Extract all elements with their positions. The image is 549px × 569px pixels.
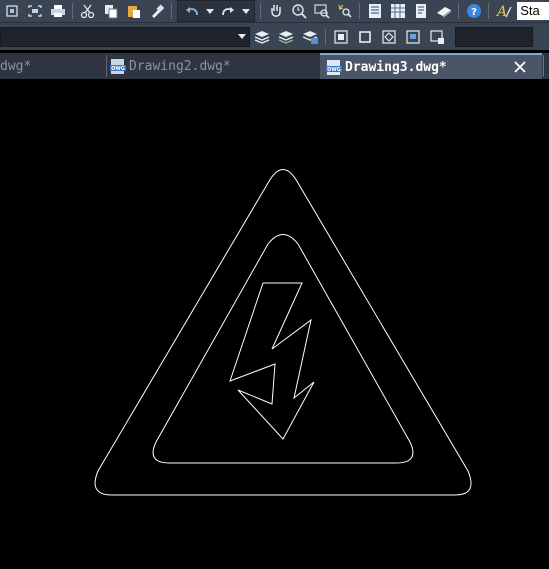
insert-icon[interactable] [378, 27, 400, 47]
pan-icon[interactable] [265, 1, 286, 21]
svg-text:A: A [495, 4, 507, 19]
tab-label: Drawing2.dwg* [129, 58, 231, 74]
design-center-icon[interactable] [387, 1, 408, 21]
tab-label: dwg* [0, 58, 32, 74]
zoom-previous-icon[interactable] [334, 1, 355, 21]
layers-toolbar [0, 23, 549, 50]
drawing-svg [94, 169, 472, 496]
dwg-file-icon: DWG [110, 58, 126, 75]
cut-icon[interactable] [77, 1, 98, 21]
zoom-extents-icon[interactable] [1, 1, 22, 21]
tab-drawing2[interactable]: DWG Drawing2.dwg* [110, 53, 310, 79]
toolbar-separator [458, 3, 460, 19]
chevron-down-icon[interactable] [235, 34, 249, 39]
layer-previous-icon[interactable] [275, 27, 297, 47]
region-icon[interactable] [426, 27, 448, 47]
outer-triangle-outline [94, 169, 472, 496]
block-icon[interactable] [354, 27, 376, 47]
svg-text:?: ? [471, 7, 477, 18]
make-current-icon[interactable] [330, 27, 352, 47]
properties-icon[interactable] [364, 1, 385, 21]
zoom-realtime-icon[interactable] [288, 1, 309, 21]
standard-toolbar: ? A Sta [0, 0, 549, 23]
lightning-bolt-outline [229, 282, 315, 440]
toolbar-separator [325, 28, 326, 45]
undo-redo-group [177, 0, 256, 22]
zoom-window2-icon[interactable] [311, 1, 332, 21]
toolbar-separator [72, 3, 74, 19]
document-tab-bar: dwg* DWG Drawing2.dwg* DWG Drawing3.dwg* [0, 53, 549, 79]
inner-triangle-outline [152, 234, 414, 464]
tab-label: Drawing3.dwg* [345, 59, 447, 75]
layer-states-icon[interactable] [299, 27, 321, 47]
match-properties-icon[interactable] [146, 1, 167, 21]
tab-drawing1[interactable]: dwg* [0, 53, 100, 79]
toolbar-separator [171, 3, 173, 19]
toolbar-separator [260, 3, 262, 19]
point-icon[interactable] [402, 27, 424, 47]
help-icon[interactable]: ? [463, 1, 484, 21]
drawing-canvas[interactable] [0, 79, 549, 565]
undo-icon[interactable] [181, 1, 203, 21]
print-icon[interactable] [47, 1, 68, 21]
property-combo[interactable] [455, 26, 533, 47]
toolbar-separator [359, 3, 361, 19]
text-style-icon[interactable]: A [493, 1, 514, 21]
undo-dropdown-icon[interactable] [204, 1, 216, 21]
close-icon[interactable] [512, 59, 528, 75]
toolbar-separator [488, 3, 490, 19]
sheet-set-icon[interactable] [433, 1, 454, 21]
layer-combo[interactable] [0, 26, 250, 47]
paste-icon[interactable] [123, 1, 144, 21]
copy-icon[interactable] [100, 1, 121, 21]
text-style-combo[interactable]: Sta [517, 2, 549, 20]
layer-properties-icon[interactable] [251, 27, 273, 47]
tab-divider [543, 55, 544, 77]
zoom-window-icon[interactable] [24, 1, 45, 21]
svg-text:DWG: DWG [327, 67, 341, 73]
svg-text:DWG: DWG [111, 66, 125, 72]
redo-dropdown-icon[interactable] [240, 1, 252, 21]
dwg-file-icon: DWG [326, 59, 342, 76]
tool-palettes-icon[interactable] [410, 1, 431, 21]
redo-icon[interactable] [217, 1, 239, 21]
tab-divider [106, 55, 107, 77]
tab-drawing3[interactable]: DWG Drawing3.dwg* [320, 53, 542, 79]
